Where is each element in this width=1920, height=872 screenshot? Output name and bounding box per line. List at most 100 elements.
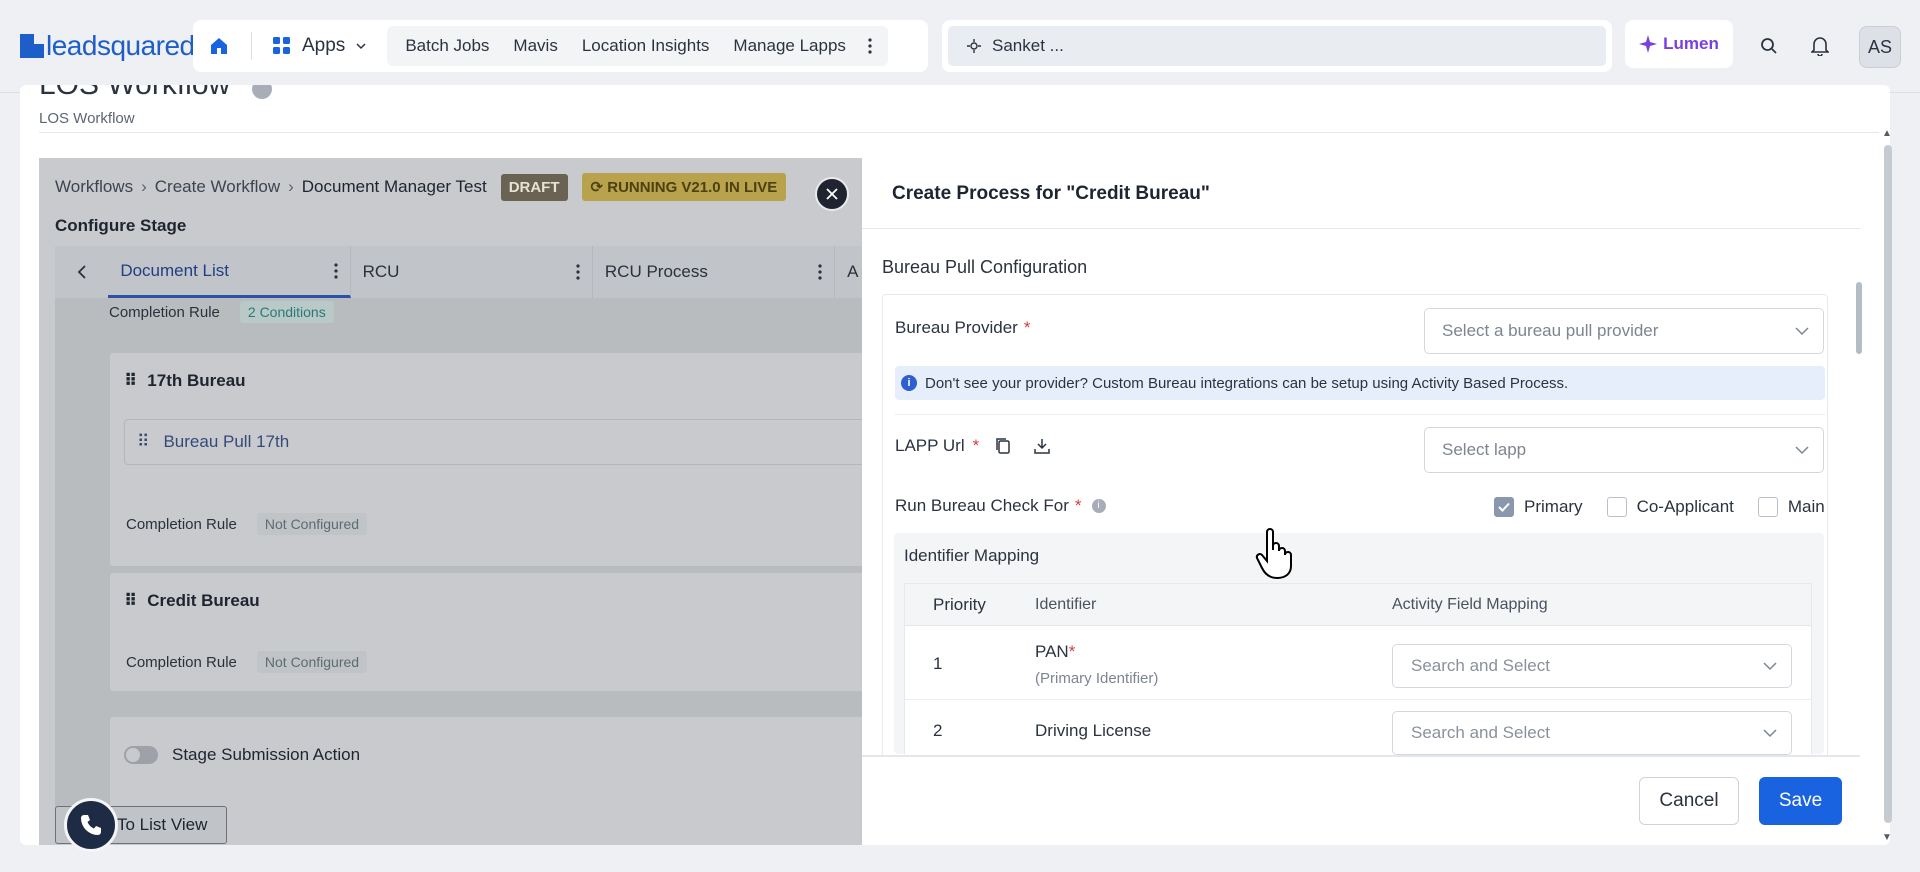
home-button[interactable] xyxy=(193,20,245,72)
bureau-provider-select[interactable]: Select a bureau pull provider xyxy=(1424,308,1824,354)
field-label-text: Run Bureau Check For xyxy=(895,496,1069,515)
lapp-select[interactable]: Select lapp xyxy=(1424,427,1824,473)
row-1-identifier-sub: (Primary Identifier) xyxy=(1035,670,1159,687)
check-primary[interactable]: Primary xyxy=(1494,497,1583,517)
tab-rcu[interactable]: RCU xyxy=(351,246,593,298)
notifications-button[interactable] xyxy=(1800,26,1840,66)
stage-tabs: Document List RCU RCU Process A xyxy=(55,246,869,298)
phone-call-button[interactable] xyxy=(64,798,118,852)
chevron-down-icon xyxy=(1763,729,1777,738)
apps-grid-icon xyxy=(273,37,290,54)
scroll-down-arrow[interactable]: ▼ xyxy=(1882,832,1892,843)
quick-links: Batch Jobs Mavis Location Insights Manag… xyxy=(387,26,888,66)
leadsquared-logo[interactable]: leadsquared xyxy=(20,28,195,64)
col-header-priority: Priority xyxy=(933,595,986,614)
page-divider xyxy=(39,132,1879,133)
cancel-button[interactable]: Cancel xyxy=(1639,777,1739,825)
sync-icon: ⟳ xyxy=(590,179,608,196)
identifier-name: PAN xyxy=(1035,642,1069,661)
tab-rcu-process[interactable]: RCU Process xyxy=(593,246,836,298)
download-icon[interactable] xyxy=(1033,437,1051,455)
breadcrumb-current: Document Manager Test xyxy=(301,177,487,196)
scroll-up-arrow[interactable]: ▲ xyxy=(1882,128,1892,139)
drag-handle-icon[interactable]: ⠿ xyxy=(137,432,149,452)
info-icon[interactable]: i xyxy=(1091,499,1106,513)
info-icon[interactable] xyxy=(252,85,272,99)
nav-link-mavis[interactable]: Mavis xyxy=(501,36,569,56)
stage-submission-label: Stage Submission Action xyxy=(172,745,361,764)
scrollbar-thumb[interactable] xyxy=(1884,145,1892,823)
global-search[interactable]: Sanket ... xyxy=(942,20,1612,72)
completion-rule-label: Completion Rule xyxy=(109,303,220,321)
main-nav-group: Apps Batch Jobs Mavis Location Insights … xyxy=(193,20,928,72)
search-button[interactable] xyxy=(1749,26,1789,66)
logo-text: leadsquared xyxy=(46,30,195,61)
col-header-activity-field-mapping: Activity Field Mapping xyxy=(1392,596,1548,613)
page-scrollbar[interactable] xyxy=(1883,145,1893,831)
bureau-check-options: Primary Co-Applicant Main xyxy=(1494,497,1825,517)
info-icon: i xyxy=(901,375,917,391)
drawer-scrollbar[interactable] xyxy=(1856,282,1862,354)
required-marker: * xyxy=(1023,318,1031,337)
search-value: Sanket ... xyxy=(992,36,1064,55)
tab-label: A xyxy=(847,262,859,281)
chevron-right-icon: › xyxy=(288,177,294,196)
row-divider xyxy=(905,699,1811,700)
running-badge: ⟳ RUNNING V21.0 IN LIVE xyxy=(581,173,787,201)
required-marker: * xyxy=(1068,642,1076,661)
copy-icon[interactable] xyxy=(995,437,1011,455)
check-label: Primary xyxy=(1524,497,1583,516)
kebab-menu-icon[interactable] xyxy=(818,264,822,280)
close-drawer-button[interactable] xyxy=(815,177,849,211)
chevron-down-icon xyxy=(1795,327,1809,336)
stage-card-17th-bureau: ⠿ 17th Bureau ⠿ Bureau Pull 17th Complet… xyxy=(109,352,869,567)
more-links-button[interactable] xyxy=(858,38,882,54)
process-item-label: Bureau Pull 17th xyxy=(163,432,290,451)
stage-submission-toggle[interactable] xyxy=(124,746,158,764)
completion-rule-row: Completion Rule 2 Conditions xyxy=(109,301,334,323)
tab-label: Document List xyxy=(120,260,229,280)
checkbox-checked[interactable] xyxy=(1494,497,1514,517)
page-subtitle: LOS Workflow xyxy=(39,110,135,127)
tabs-prev-button[interactable] xyxy=(55,246,108,298)
stage-card-credit-bureau: ⠿ Credit Bureau Completion Rule Not Conf… xyxy=(109,572,869,692)
rule-status-chip[interactable]: Not Configured xyxy=(256,513,368,535)
breadcrumb-workflows[interactable]: Workflows xyxy=(55,177,133,197)
drag-handle-icon[interactable]: ⠿ xyxy=(124,591,137,611)
stage-title: 17th Bureau xyxy=(147,371,246,390)
breadcrumb-create-workflow[interactable]: Create Workflow xyxy=(155,177,280,197)
check-main[interactable]: Main xyxy=(1757,497,1825,517)
rule-status-chip[interactable]: Not Configured xyxy=(256,651,368,673)
checkbox-unchecked[interactable] xyxy=(1606,497,1627,517)
save-button[interactable]: Save xyxy=(1759,777,1842,825)
kebab-menu-icon[interactable] xyxy=(576,264,580,280)
nav-link-manage-lapps[interactable]: Manage Lapps xyxy=(721,36,857,56)
apps-menu-button[interactable]: Apps xyxy=(264,26,377,66)
kebab-menu-icon[interactable] xyxy=(334,262,338,279)
process-item-bureau-pull[interactable]: ⠿ Bureau Pull 17th xyxy=(124,419,869,465)
sparkle-icon xyxy=(1639,35,1658,53)
row-1-field-select[interactable]: Search and Select xyxy=(1392,644,1792,688)
phone-icon xyxy=(81,815,101,835)
info-banner-text: Don't see your provider? Custom Bureau i… xyxy=(925,374,1569,392)
lumen-button[interactable]: Lumen xyxy=(1625,20,1733,68)
row-divider xyxy=(895,414,1825,415)
completion-rule-label: Completion Rule xyxy=(126,515,237,533)
user-avatar[interactable]: AS xyxy=(1859,26,1901,68)
nav-link-location-insights[interactable]: Location Insights xyxy=(570,36,722,56)
workflow-editor-overlay: Workflows › Create Workflow › Document M… xyxy=(39,158,869,845)
checkbox-unchecked[interactable] xyxy=(1757,497,1778,517)
row-2-field-select[interactable]: Search and Select xyxy=(1392,711,1792,755)
tab-document-list[interactable]: Document List xyxy=(108,246,351,298)
check-co-applicant[interactable]: Co-Applicant xyxy=(1606,497,1734,517)
field-label-text: LAPP Url xyxy=(895,436,965,455)
stage-submission-row: Stage Submission Action xyxy=(124,745,360,765)
required-marker: * xyxy=(972,436,980,455)
conditions-chip[interactable]: 2 Conditions xyxy=(239,301,334,323)
search-input[interactable]: Sanket ... xyxy=(948,26,1606,66)
select-placeholder: Select a bureau pull provider xyxy=(1442,321,1659,340)
nav-link-batch-jobs[interactable]: Batch Jobs xyxy=(393,36,501,56)
drag-handle-icon[interactable]: ⠿ xyxy=(124,371,137,391)
sparkle-agent-icon xyxy=(967,39,981,53)
provider-info-banner: i Don't see your provider? Custom Bureau… xyxy=(895,366,1825,400)
